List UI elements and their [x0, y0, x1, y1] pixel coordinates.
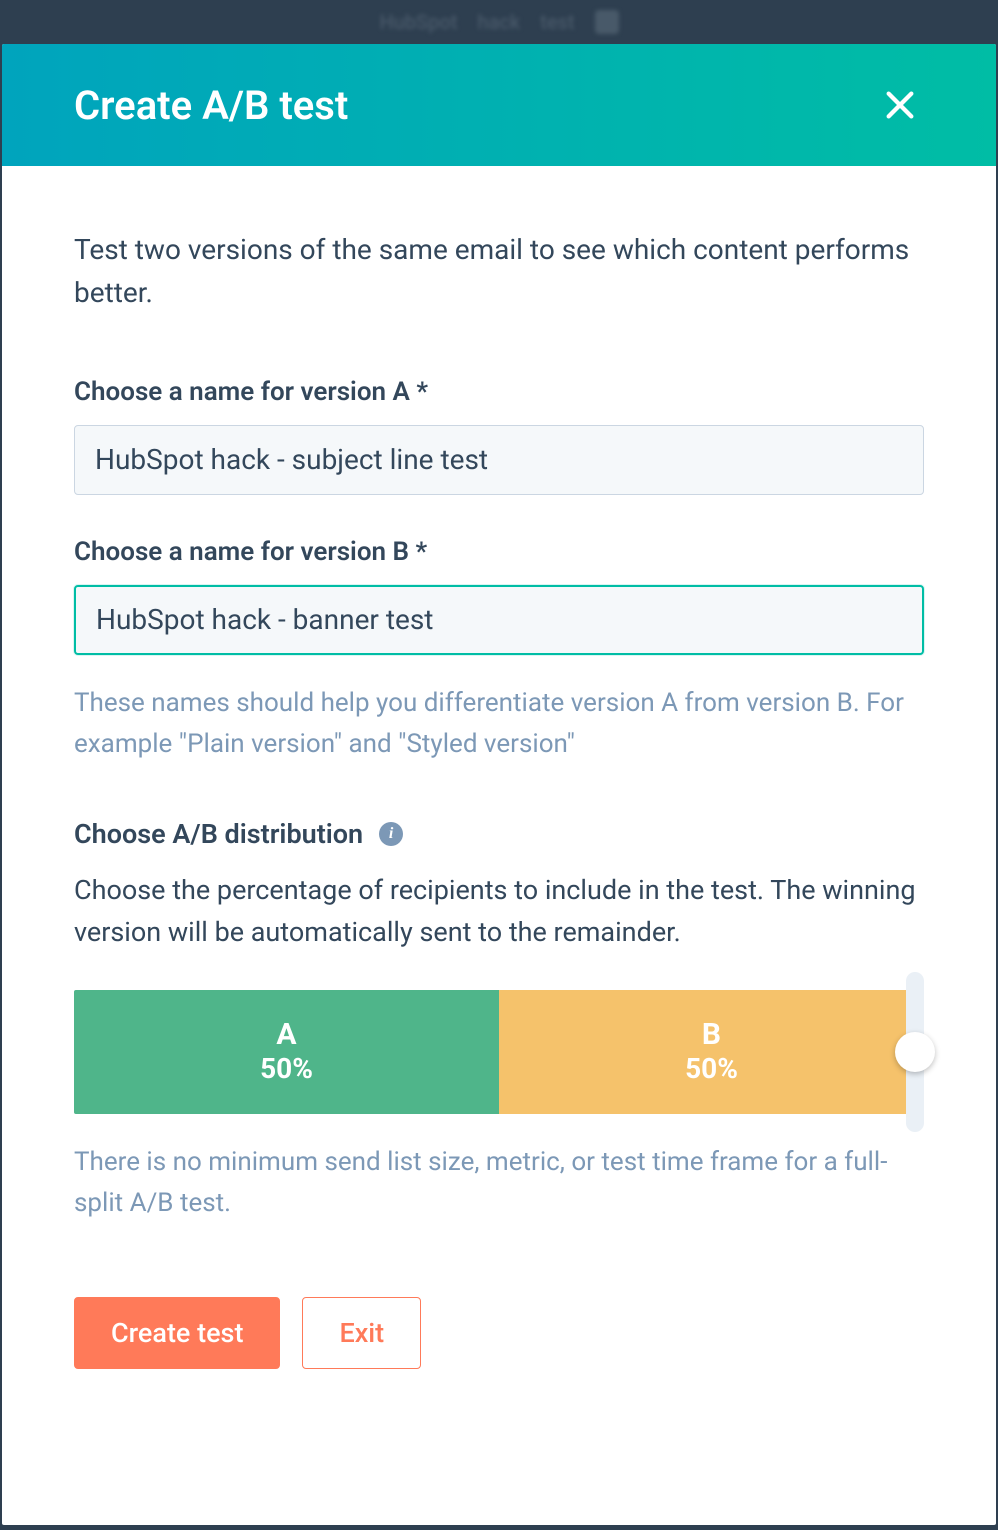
version-a-label: Choose a name for version A * — [74, 377, 924, 407]
bg-badge — [595, 10, 619, 34]
distribution-slider[interactable]: A 50% B 50% — [74, 990, 924, 1114]
version-b-input[interactable] — [74, 585, 924, 655]
distribution-heading: Choose A/B distribution — [74, 818, 363, 850]
segment-b-label: B — [702, 1018, 721, 1053]
distribution-heading-row: Choose A/B distribution i — [74, 818, 924, 850]
bg-word: test — [540, 10, 574, 34]
segment-a: A 50% — [74, 990, 499, 1114]
names-help-text: These names should help you differentiat… — [74, 683, 924, 766]
close-button[interactable] — [876, 81, 924, 129]
slider-handle[interactable] — [895, 1032, 935, 1072]
create-test-button[interactable]: Create test — [74, 1297, 280, 1369]
modal-title: Create A/B test — [74, 82, 348, 129]
bg-word: HubSpot — [379, 10, 457, 34]
intro-text: Test two versions of the same email to s… — [74, 228, 924, 315]
modal-footer-actions: Create test Exit — [74, 1297, 924, 1369]
background-breadcrumb: HubSpot hack test — [0, 0, 998, 44]
version-b-name-field: Choose a name for version B * — [74, 537, 924, 655]
info-icon[interactable]: i — [379, 822, 403, 846]
modal-body: Test two versions of the same email to s… — [2, 166, 996, 1525]
distribution-note: There is no minimum send list size, metr… — [74, 1142, 924, 1225]
segment-b-percent: 50% — [685, 1052, 738, 1085]
distribution-bar: A 50% B 50% — [74, 990, 924, 1114]
version-a-name-field: Choose a name for version A * — [74, 377, 924, 495]
close-icon — [883, 88, 917, 122]
segment-a-label: A — [276, 1018, 296, 1053]
create-ab-test-modal: Create A/B test Test two versions of the… — [2, 44, 996, 1525]
distribution-description: Choose the percentage of recipients to i… — [74, 870, 924, 954]
modal-header: Create A/B test — [2, 44, 996, 166]
segment-b: B 50% — [499, 990, 924, 1114]
segment-a-percent: 50% — [260, 1052, 313, 1085]
version-a-input[interactable] — [74, 425, 924, 495]
version-b-label: Choose a name for version B * — [74, 537, 924, 567]
bg-word: hack — [477, 10, 520, 34]
exit-button[interactable]: Exit — [302, 1297, 421, 1369]
